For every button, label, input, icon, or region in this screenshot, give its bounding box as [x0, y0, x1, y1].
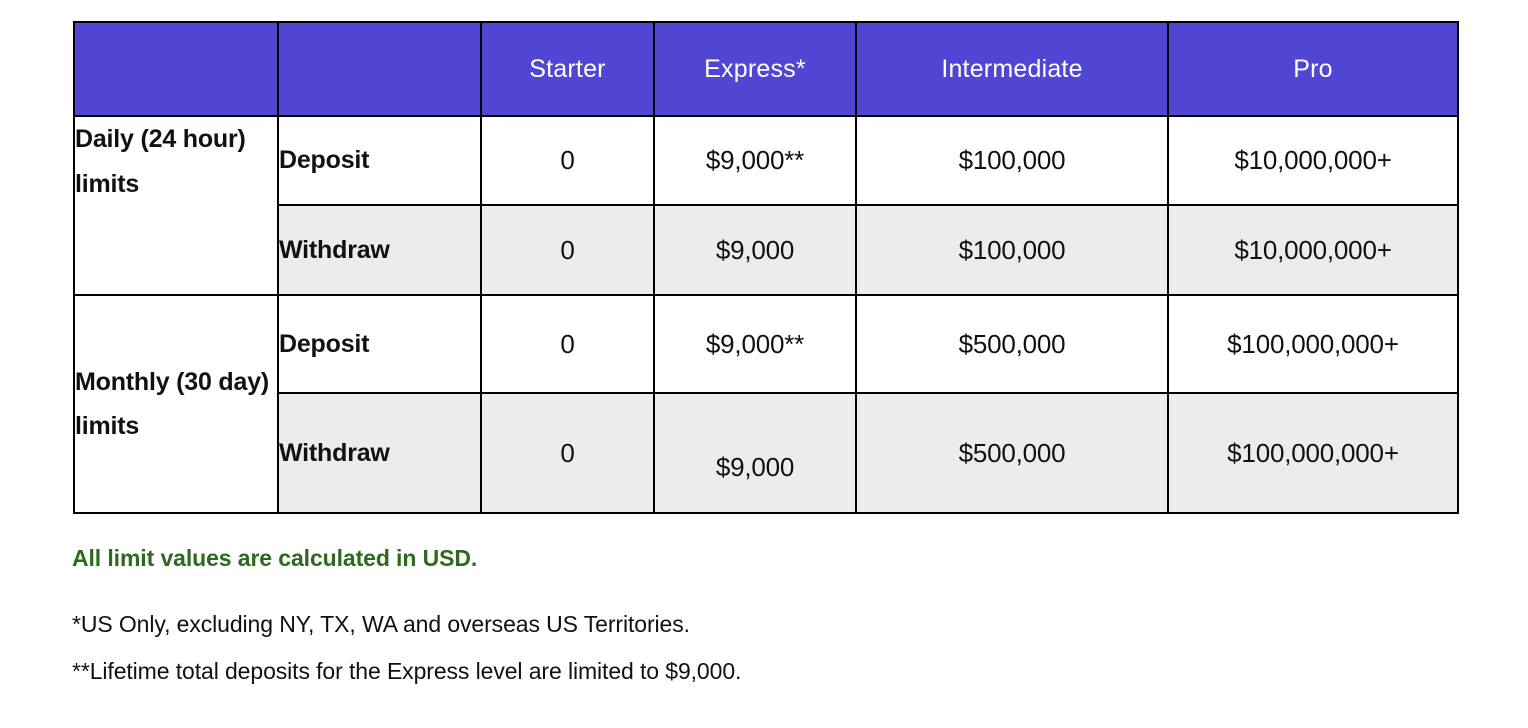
value-daily-deposit-intermediate: $100,000	[855, 115, 1169, 206]
table-row: Daily (24 hour) limits Deposit 0 $9,000*…	[73, 115, 1459, 296]
value-daily-withdraw-express: $9,000	[653, 204, 857, 296]
value-monthly-withdraw-intermediate: $500,000	[855, 392, 1169, 514]
value-monthly-withdraw-express-text: $9,000	[715, 451, 795, 482]
group-label-daily: Daily (24 hour) limits	[73, 115, 279, 296]
footnotes: All limit values are calculated in USD. …	[72, 545, 1452, 706]
table-row: Withdraw 0 $9,000 $100,000 $10,000,000+	[74, 204, 1459, 296]
group-label-monthly: Monthly (30 day) limits	[73, 294, 279, 514]
value-daily-withdraw-pro: $10,000,000+	[1167, 204, 1459, 296]
header-intermediate: Intermediate	[855, 21, 1169, 117]
header-pro: Pro	[1167, 21, 1459, 117]
value-daily-deposit-starter: 0	[480, 115, 655, 206]
value-monthly-withdraw-express: $9,000	[653, 392, 857, 514]
account-limits-table: Starter Express* Intermediate Pro Daily …	[73, 21, 1459, 514]
value-daily-deposit-express: $9,000**	[653, 115, 857, 206]
action-label-monthly-deposit: Deposit	[277, 294, 482, 394]
table-body: Daily (24 hour) limits Deposit 0 $9,000*…	[73, 115, 1459, 514]
header-blank-action	[277, 21, 482, 117]
value-daily-withdraw-starter: 0	[480, 204, 655, 296]
value-daily-deposit-pro: $10,000,000+	[1167, 115, 1459, 206]
value-monthly-withdraw-starter: 0	[480, 392, 655, 514]
table-row: Monthly (30 day) limits Deposit 0 $9,000…	[73, 294, 1459, 514]
note-single-asterisk: *US Only, excluding NY, TX, WA and overs…	[72, 610, 690, 637]
value-monthly-deposit-intermediate: $500,000	[855, 294, 1169, 394]
note-usd-currency: All limit values are calculated in USD.	[72, 545, 478, 571]
header-express: Express*	[653, 21, 857, 117]
header-row: Starter Express* Intermediate Pro	[73, 21, 1459, 117]
value-monthly-deposit-pro: $100,000,000+	[1167, 294, 1459, 394]
action-label-monthly-withdraw: Withdraw	[277, 392, 482, 514]
header-blank-group	[73, 21, 279, 117]
header-starter: Starter	[480, 21, 655, 117]
limits-page: Starter Express* Intermediate Pro Daily …	[0, 0, 1528, 728]
table-header: Starter Express* Intermediate Pro	[73, 21, 1459, 117]
note-double-asterisk: **Lifetime total deposits for the Expres…	[72, 658, 742, 685]
action-label-daily-withdraw: Withdraw	[277, 204, 482, 296]
value-monthly-deposit-express: $9,000**	[653, 294, 857, 394]
value-daily-withdraw-intermediate: $100,000	[855, 204, 1169, 296]
value-monthly-deposit-starter: 0	[480, 294, 655, 394]
action-label-daily-deposit: Deposit	[277, 115, 482, 206]
value-monthly-withdraw-pro: $100,000,000+	[1167, 392, 1459, 514]
table-row: Withdraw 0 $9,000 $500,000 $100,000,000+	[74, 392, 1459, 514]
